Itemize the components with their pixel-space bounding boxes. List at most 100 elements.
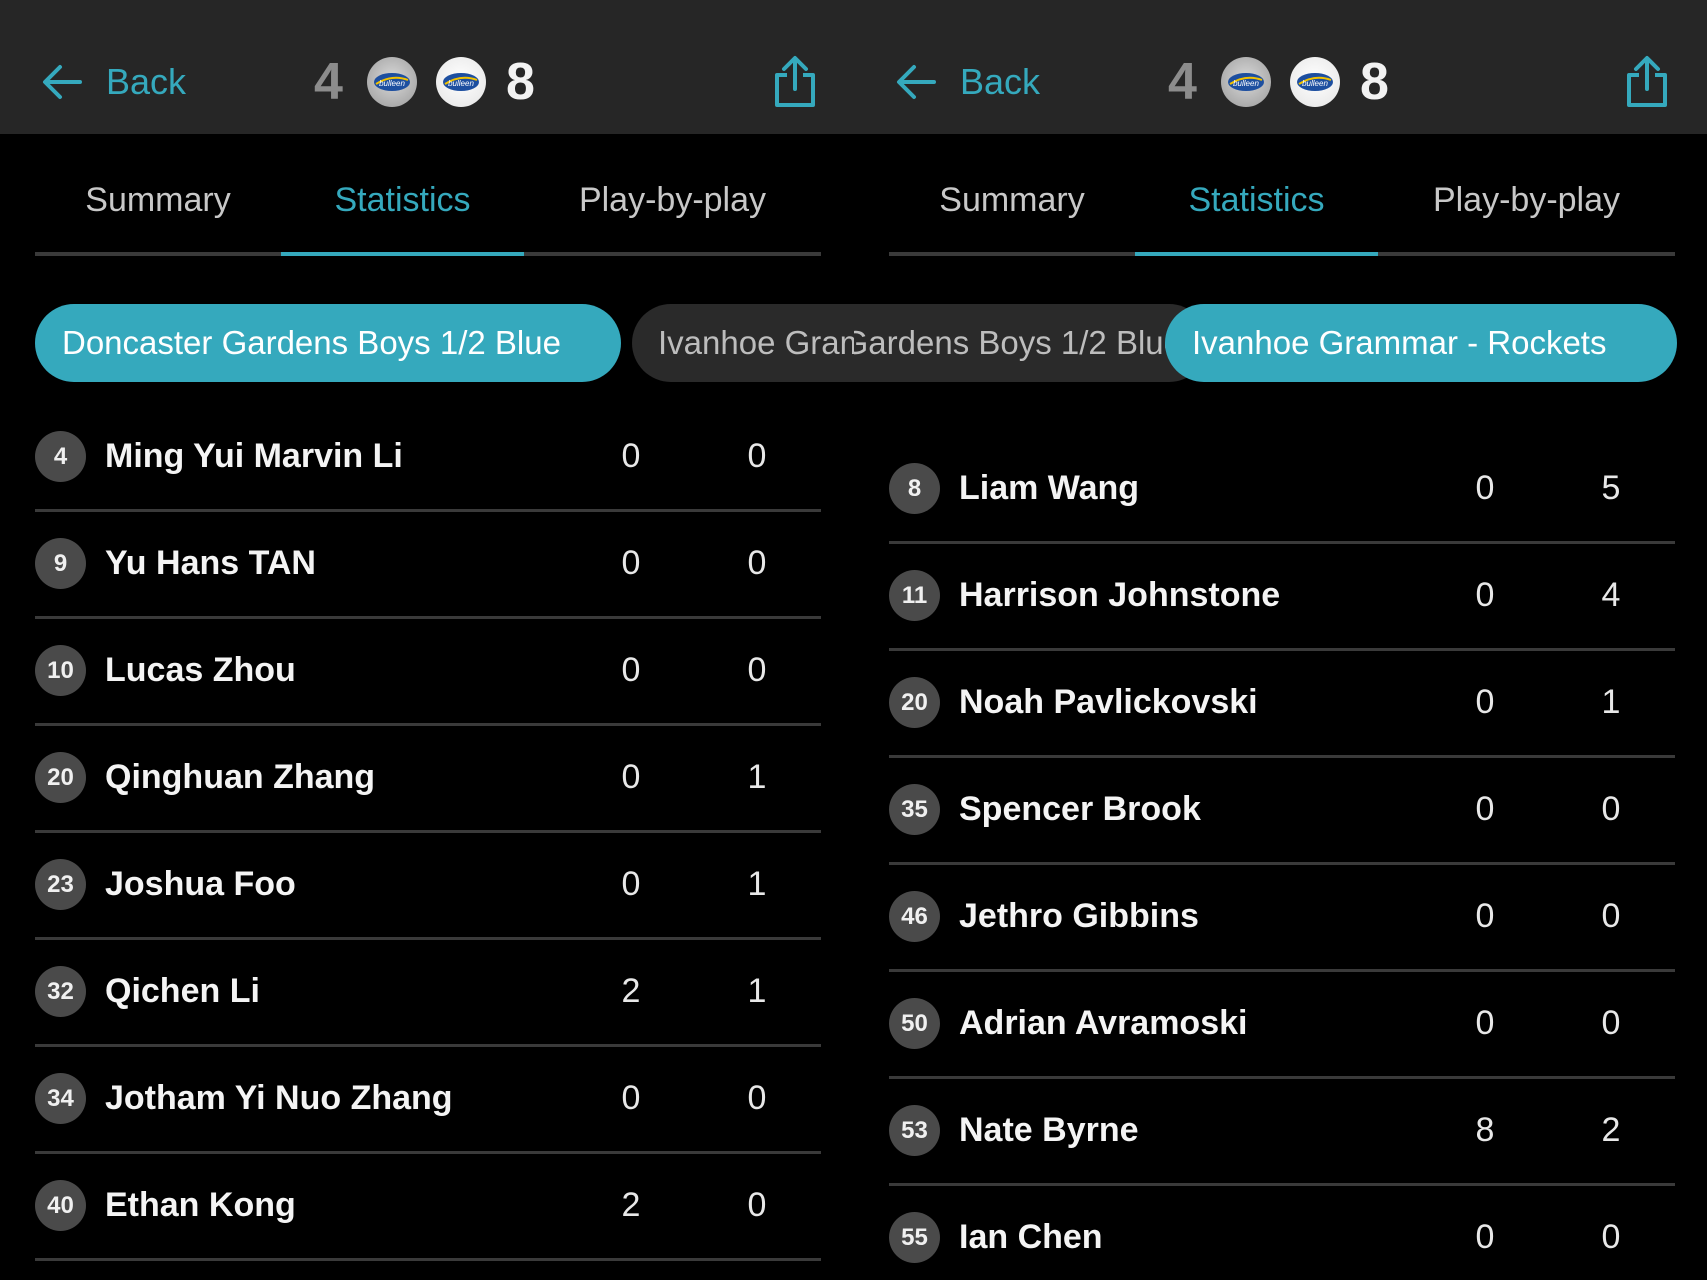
player-row[interactable]: 32 Qichen Li 2 1	[35, 941, 821, 1047]
player-stat-1: 0	[1475, 683, 1495, 721]
tab-statistics[interactable]: Statistics	[281, 180, 524, 240]
player-stat-1: 0	[621, 1079, 641, 1117]
player-row[interactable]: 9 Yu Hans TAN 0 0	[35, 513, 821, 619]
tab-play-by-play[interactable]: Play-by-play	[524, 180, 821, 240]
player-stat-1: 2	[621, 972, 641, 1010]
player-number-badge: 55	[889, 1212, 940, 1263]
player-row[interactable]: 10 Lucas Zhou 0 0	[35, 620, 821, 726]
player-number-badge: 32	[35, 966, 86, 1017]
logo-text: bulleen	[379, 79, 405, 88]
player-stat-2: 0	[747, 1186, 767, 1224]
player-stat-1: 0	[621, 437, 641, 475]
player-row[interactable]: 55 Ian Chen 0 0	[889, 1187, 1675, 1280]
player-name: Ethan Kong	[105, 1186, 296, 1224]
player-name: Liam Wang	[959, 469, 1140, 507]
player-number-badge: 40	[35, 1180, 86, 1231]
player-stat-1: 0	[1475, 576, 1495, 614]
tab-bar: Summary Statistics Play-by-play	[889, 180, 1675, 256]
player-number-badge: 20	[889, 677, 940, 728]
player-row[interactable]: 50 Adrian Avramoski 0 0	[889, 973, 1675, 1079]
player-stat-2: 0	[747, 544, 767, 582]
player-name: Noah Pavlickovski	[959, 683, 1258, 721]
player-row[interactable]: 4 Ming Yui Marvin Li 0 0	[35, 406, 821, 512]
player-number-badge: 4	[35, 431, 86, 482]
player-stat-2: 4	[1601, 576, 1621, 614]
player-name: Nate Byrne	[959, 1111, 1139, 1149]
player-stat-2: 1	[1601, 683, 1621, 721]
tab-bar: Summary Statistics Play-by-play	[35, 180, 821, 256]
back-button[interactable]: Back	[40, 58, 186, 106]
home-team-logo: bulleen	[367, 57, 417, 107]
home-score: 4	[1168, 53, 1197, 111]
player-name: Qinghuan Zhang	[105, 758, 376, 796]
player-stat-2: 1	[747, 972, 767, 1010]
player-number-badge: 20	[35, 752, 86, 803]
player-name: Qichen Li	[105, 972, 260, 1010]
back-button[interactable]: Back	[894, 58, 1040, 106]
away-score: 8	[506, 53, 535, 111]
player-number-badge: 11	[889, 570, 940, 621]
left-screenshot-panel: Back 4 bulleen bulleen 8 Summary Statist…	[0, 0, 855, 1280]
share-icon[interactable]	[1623, 55, 1671, 109]
player-stat-2: 0	[747, 651, 767, 689]
player-stat-1: 8	[1475, 1111, 1495, 1149]
player-name: Lucas Zhou	[105, 651, 296, 689]
away-team-logo: bulleen	[436, 57, 486, 107]
player-name: Joshua Foo	[105, 865, 296, 903]
share-icon[interactable]	[771, 55, 819, 109]
team-chip-ivanhoe[interactable]: Ivanhoe Grammar - Rockets	[1165, 304, 1677, 382]
player-stat-2: 0	[1601, 1004, 1621, 1042]
player-name: Jethro Gibbins	[959, 897, 1199, 935]
player-number-badge: 53	[889, 1105, 940, 1156]
player-row[interactable]: 34 Jotham Yi Nuo Zhang 0 0	[35, 1048, 821, 1154]
tab-statistics[interactable]: Statistics	[1135, 180, 1378, 240]
player-stat-2: 0	[747, 437, 767, 475]
player-number-badge: 8	[889, 463, 940, 514]
player-stat-1: 0	[621, 865, 641, 903]
player-stat-1: 0	[1475, 469, 1495, 507]
player-stats-list: 8 Liam Wang 0 5 11 Harrison Johnstone 0 4 20 No…	[889, 438, 1675, 1280]
back-arrow-icon	[43, 65, 82, 99]
player-row[interactable]: 46 Jethro Gibbins 0 0	[889, 866, 1675, 972]
player-stat-1: 0	[621, 651, 641, 689]
away-score: 8	[1360, 53, 1389, 111]
active-tab-indicator	[1135, 252, 1378, 256]
right-screenshot-panel: Back 4 bulleen bulleen 8 Summary Statist…	[854, 0, 1707, 1280]
home-score: 4	[314, 53, 343, 111]
player-number-badge: 46	[889, 891, 940, 942]
tab-summary[interactable]: Summary	[889, 180, 1135, 240]
back-arrow-icon	[897, 65, 936, 99]
player-row[interactable]: 20 Qinghuan Zhang 0 1	[35, 727, 821, 833]
player-stat-1: 0	[621, 758, 641, 796]
player-row[interactable]: 40 Ethan Kong 2 0	[35, 1155, 821, 1261]
back-label: Back	[960, 61, 1041, 102]
player-number-badge: 35	[889, 784, 940, 835]
player-row[interactable]: 11 Harrison Johnstone 0 4	[889, 545, 1675, 651]
player-name: Harrison Johnstone	[959, 576, 1281, 614]
active-tab-indicator	[281, 252, 524, 256]
player-stat-2: 2	[1601, 1111, 1621, 1149]
player-row[interactable]: 8 Liam Wang 0 5	[889, 438, 1675, 544]
logo-text: bulleen	[448, 79, 474, 88]
player-name: Yu Hans TAN	[105, 544, 316, 582]
game-header: Back 4 bulleen bulleen 8	[854, 0, 1707, 134]
player-row[interactable]: 35 Spencer Brook 0 0	[889, 759, 1675, 865]
player-stat-1: 0	[1475, 1004, 1495, 1042]
player-stat-1: 0	[1475, 1218, 1495, 1256]
tab-summary[interactable]: Summary	[35, 180, 281, 240]
team-chip-doncaster[interactable]: Doncaster Gardens Boys 1/2 Blue	[35, 304, 621, 382]
player-row[interactable]: 53 Nate Byrne 8 2	[889, 1080, 1675, 1186]
team-chip-doncaster[interactable]: Doncaster Gardens Boys 1/2 Blue	[854, 304, 1208, 382]
player-stat-1: 0	[1475, 897, 1495, 935]
back-label: Back	[106, 61, 187, 102]
player-row[interactable]: 20 Noah Pavlickovski 0 1	[889, 652, 1675, 758]
home-team-logo: bulleen	[1221, 57, 1271, 107]
logo-text: bulleen	[1233, 79, 1259, 88]
player-number-badge: 34	[35, 1073, 86, 1124]
away-team-logo: bulleen	[1290, 57, 1340, 107]
player-row[interactable]: 23 Joshua Foo 0 1	[35, 834, 821, 940]
tab-play-by-play[interactable]: Play-by-play	[1378, 180, 1675, 240]
player-number-badge: 50	[889, 998, 940, 1049]
logo-text: bulleen	[1302, 79, 1328, 88]
team-chip-ivanhoe[interactable]: Ivanhoe Grammar - Rockets	[632, 304, 855, 382]
